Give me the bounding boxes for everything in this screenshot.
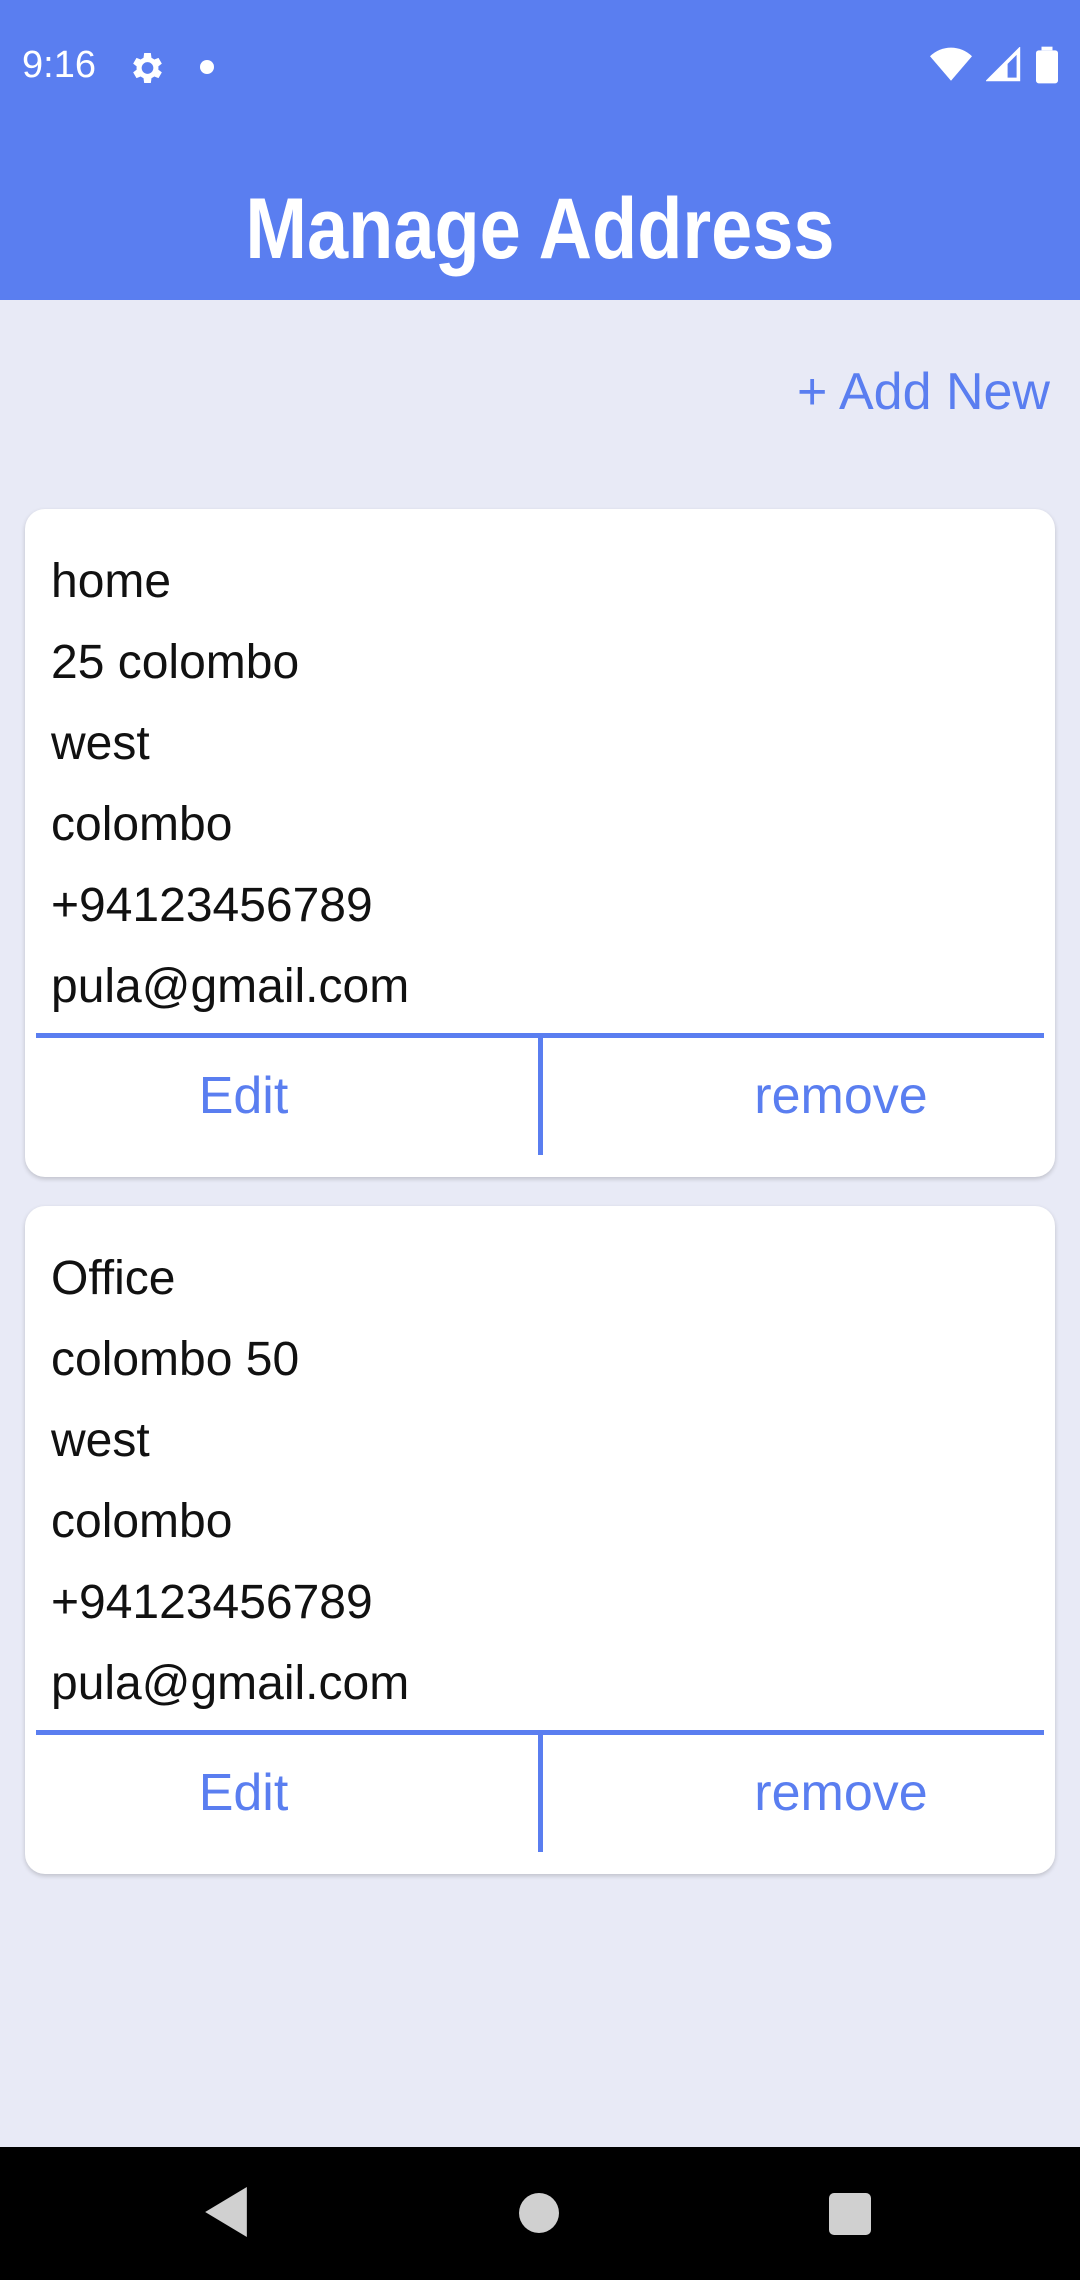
system-nav-bar xyxy=(0,2147,1080,2280)
address-city: colombo xyxy=(51,1495,233,1548)
add-new-address-button[interactable]: + Add New xyxy=(797,362,1050,422)
address-phone: +94123456789 xyxy=(51,1576,373,1629)
address-label: Office xyxy=(51,1252,176,1305)
status-bar: 9:16 xyxy=(0,0,1080,134)
address-details: Office colombo 50 west colombo +94123456… xyxy=(51,1238,409,1724)
back-icon[interactable] xyxy=(204,2187,248,2237)
address-province: west xyxy=(51,1414,150,1467)
page-title: Manage Address xyxy=(245,181,835,277)
address-label: home xyxy=(51,555,172,608)
address-street: colombo 50 xyxy=(51,1333,300,1386)
recents-icon[interactable] xyxy=(829,2193,871,2235)
remove-address-button[interactable]: remove xyxy=(585,1038,1080,1155)
edit-address-button[interactable]: Edit xyxy=(36,1038,451,1155)
signal-icon xyxy=(986,47,1021,82)
address-street: 25 colombo xyxy=(51,636,300,689)
edit-address-button[interactable]: Edit xyxy=(36,1735,451,1852)
address-phone: +94123456789 xyxy=(51,879,373,932)
address-card: Office colombo 50 west colombo +94123456… xyxy=(25,1206,1055,1874)
remove-address-button[interactable]: remove xyxy=(585,1735,1080,1852)
home-icon[interactable] xyxy=(519,2193,559,2233)
status-time: 9:16 xyxy=(22,44,96,86)
notification-dot-icon xyxy=(200,60,214,74)
button-divider xyxy=(538,1038,543,1155)
battery-icon xyxy=(1036,46,1058,84)
address-city: colombo xyxy=(51,798,233,851)
app-header: Manage Address xyxy=(0,134,1080,300)
address-card: home 25 colombo west colombo +9412345678… xyxy=(25,509,1055,1177)
address-province: west xyxy=(51,717,150,770)
status-icons xyxy=(930,46,1058,84)
wifi-icon xyxy=(930,47,972,81)
button-divider xyxy=(538,1735,543,1852)
address-details: home 25 colombo west colombo +9412345678… xyxy=(51,541,409,1027)
address-email: pula@gmail.com xyxy=(51,1657,410,1710)
gear-icon xyxy=(133,53,162,83)
address-email: pula@gmail.com xyxy=(51,960,410,1013)
